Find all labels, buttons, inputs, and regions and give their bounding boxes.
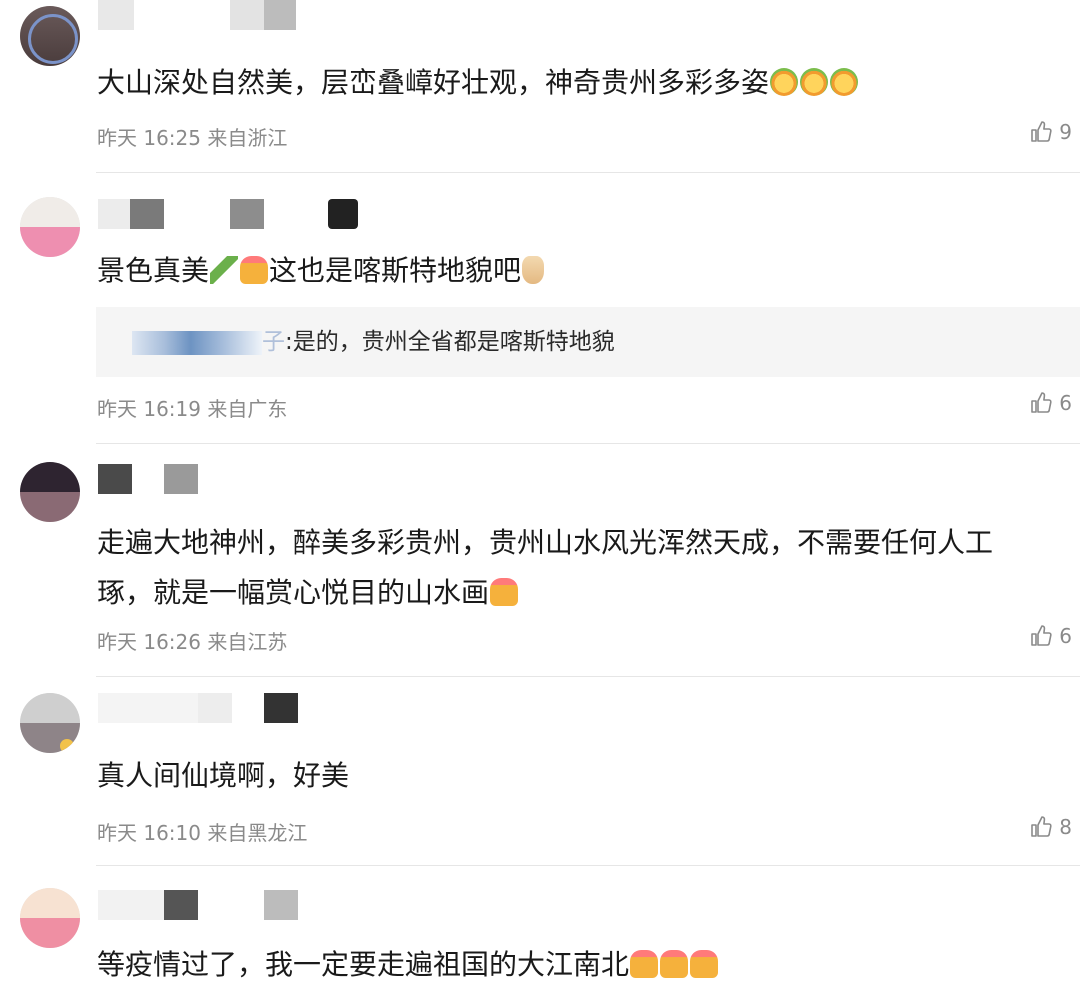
- like-count: 6: [1059, 624, 1072, 648]
- like-count: 9: [1059, 120, 1072, 144]
- reply-text: :是的，贵州全省都是喀斯特地貌: [285, 329, 615, 355]
- avatar[interactable]: [20, 197, 80, 257]
- cheer-emoji: [240, 256, 269, 284]
- cheer-emoji: [690, 950, 719, 978]
- avatar[interactable]: [20, 888, 80, 948]
- like-button[interactable]: 9: [1029, 120, 1072, 144]
- comment-item: 大山深处自然美，层峦叠嶂好壮观，神奇贵州多彩多姿 昨天 16:25 来自浙江 9: [0, 0, 1080, 172]
- username-redacted[interactable]: [98, 199, 358, 229]
- username-redacted[interactable]: [98, 890, 308, 920]
- like-button[interactable]: 6: [1029, 391, 1072, 415]
- flower-face-emoji: [800, 68, 829, 96]
- comment-text: 景色真美 这也是喀斯特地貌吧: [97, 246, 1080, 296]
- username-redacted[interactable]: [98, 0, 338, 30]
- victory-hand-emoji: [522, 256, 545, 284]
- comment-item: 等疫情过了，我一定要走遍祖国的大江南北: [0, 866, 1080, 989]
- avatar[interactable]: [20, 462, 80, 522]
- comment-text: 等疫情过了，我一定要走遍祖国的大江南北: [97, 940, 1080, 990]
- like-count: 6: [1059, 391, 1072, 415]
- flower-face-emoji: [770, 68, 799, 96]
- comment-meta: 昨天 16:26 来自江苏: [97, 630, 288, 654]
- comment-text: 走遍大地神州，醉美多彩贵州，贵州山水风光浑然天成，不需要任何人工 琢，就是一幅赏…: [97, 526, 994, 609]
- thumbs-up-icon: [1031, 625, 1052, 646]
- like-count: 8: [1059, 815, 1072, 839]
- comment-text: 真人间仙境啊，好美: [97, 759, 350, 792]
- like-button[interactable]: 6: [1029, 624, 1072, 648]
- leaf-emoji: [210, 256, 239, 284]
- reply-box[interactable]: 子:是的，贵州全省都是喀斯特地貌: [96, 307, 1080, 377]
- comment-meta: 昨天 16:19 来自广东: [97, 397, 288, 421]
- comment-item: 真人间仙境啊，好美 昨天 16:10 来自黑龙江 8: [0, 677, 1080, 865]
- avatar[interactable]: [20, 6, 80, 66]
- comment-item: 景色真美 这也是喀斯特地貌吧 子:是的，贵州全省都是喀斯特地貌 昨天 16:19 …: [0, 173, 1080, 443]
- comment-text: 大山深处自然美，层峦叠嶂好壮观，神奇贵州多彩多姿: [97, 58, 1080, 108]
- comment-meta: 昨天 16:10 来自黑龙江: [97, 821, 308, 845]
- username-redacted[interactable]: [98, 693, 308, 723]
- username-redacted[interactable]: [98, 464, 208, 494]
- comment-meta: 昨天 16:25 来自浙江: [97, 126, 288, 150]
- reply-username-redacted[interactable]: [132, 331, 262, 355]
- cheer-emoji: [630, 950, 659, 978]
- cheer-emoji: [660, 950, 689, 978]
- thumbs-up-icon: [1031, 392, 1052, 413]
- cheer-emoji: [490, 578, 519, 606]
- avatar[interactable]: [20, 693, 80, 753]
- comment-item: 走遍大地神州，醉美多彩贵州，贵州山水风光浑然天成，不需要任何人工 琢，就是一幅赏…: [0, 444, 1080, 676]
- thumbs-up-icon: [1031, 816, 1052, 837]
- like-button[interactable]: 8: [1029, 815, 1072, 839]
- flower-face-emoji: [830, 68, 859, 96]
- thumbs-up-icon: [1031, 121, 1052, 142]
